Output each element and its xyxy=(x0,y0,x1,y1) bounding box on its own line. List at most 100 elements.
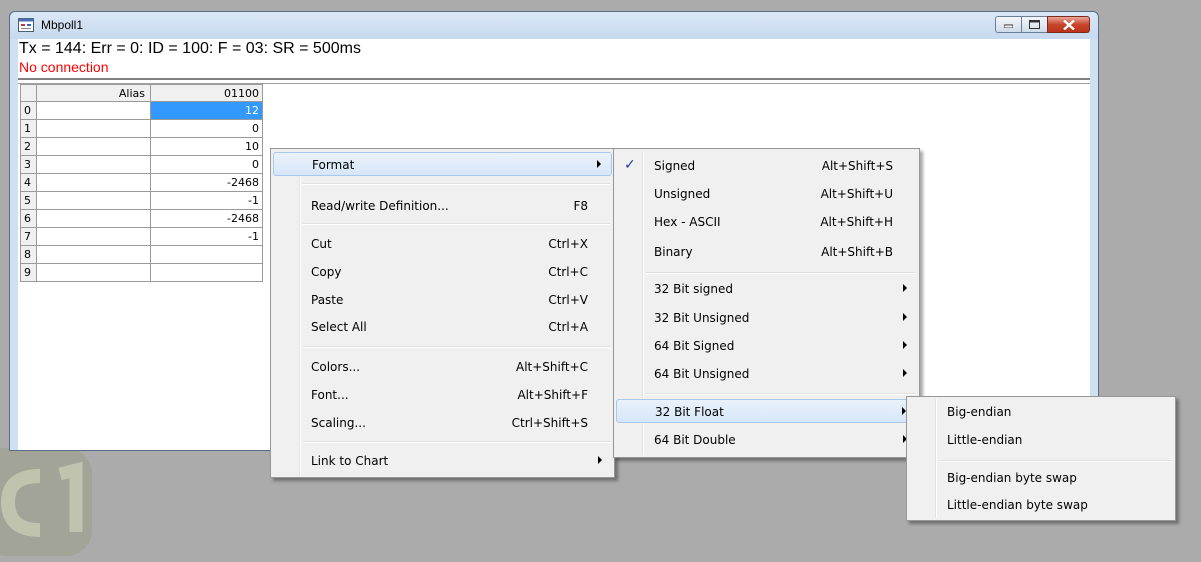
menu-separator xyxy=(939,460,1171,462)
menu-item-label: Little-endian xyxy=(947,433,1023,447)
value-cell[interactable]: -1 xyxy=(151,192,263,210)
menu-item-big-endian-byte-swap[interactable]: Big-endian byte swap xyxy=(909,466,1173,490)
alias-cell[interactable] xyxy=(37,120,151,138)
maximize-button[interactable] xyxy=(1021,16,1048,33)
value-cell-selected[interactable]: 12 xyxy=(151,102,263,120)
context-menu: Format Read/write Definition... F8 Cut C… xyxy=(270,148,615,478)
connection-status: No connection xyxy=(19,59,109,75)
alias-cell[interactable] xyxy=(37,210,151,228)
value-cell[interactable]: 10 xyxy=(151,138,263,156)
row-index: 8 xyxy=(20,246,37,264)
value-cell[interactable]: 0 xyxy=(151,156,263,174)
value-cell[interactable]: -2468 xyxy=(151,174,263,192)
row-index: 6 xyxy=(20,210,37,228)
maximize-icon xyxy=(1029,20,1040,29)
menu-item-label: Little-endian byte swap xyxy=(947,498,1088,512)
menu-item-64bit-signed[interactable]: 64 Bit Signed xyxy=(616,334,917,358)
menu-item-shortcut: Ctrl+Shift+S xyxy=(511,416,588,430)
value-cell[interactable]: -1 xyxy=(151,228,263,246)
table-row[interactable]: 9 xyxy=(20,264,263,282)
menu-item-label: Colors... xyxy=(311,360,361,374)
table-row[interactable]: 7 -1 xyxy=(20,228,263,246)
table-row[interactable]: 8 xyxy=(20,246,263,264)
menu-item-label: 64 Bit Unsigned xyxy=(654,367,750,381)
menu-item-label: Select All xyxy=(311,320,367,334)
menu-item-select-all[interactable]: Select All Ctrl+A xyxy=(273,315,612,339)
menu-separator xyxy=(303,183,610,185)
register-grid[interactable]: Alias 01100 0 12 1 0 2 10 3 0 4 -2468 5 … xyxy=(20,84,263,282)
minimize-button[interactable] xyxy=(995,16,1022,33)
menu-item-copy[interactable]: Copy Ctrl+C xyxy=(273,260,612,284)
table-row[interactable]: 5 -1 xyxy=(20,192,263,210)
menu-item-format[interactable]: Format xyxy=(273,152,612,176)
alias-cell[interactable] xyxy=(37,264,151,282)
menu-item-font[interactable]: Font... Alt+Shift+F xyxy=(273,383,612,407)
menu-item-unsigned[interactable]: Unsigned Alt+Shift+U xyxy=(616,182,917,206)
menu-item-label: 32 Bit Float xyxy=(655,405,724,419)
menu-item-shortcut: Alt+Shift+F xyxy=(517,388,588,402)
menu-item-label: 32 Bit Unsigned xyxy=(654,311,750,325)
alias-cell[interactable] xyxy=(37,156,151,174)
title-bar[interactable]: Mbpoll1 xyxy=(10,12,1098,39)
alias-column-header[interactable]: Alias xyxy=(37,84,151,102)
menu-item-32bit-signed[interactable]: 32 Bit signed xyxy=(616,277,917,301)
value-cell[interactable]: 0 xyxy=(151,120,263,138)
table-row[interactable]: 2 10 xyxy=(20,138,263,156)
value-cell[interactable]: -2468 xyxy=(151,210,263,228)
menu-item-64bit-unsigned[interactable]: 64 Bit Unsigned xyxy=(616,362,917,386)
alias-cell[interactable] xyxy=(37,174,151,192)
alias-cell[interactable] xyxy=(37,228,151,246)
row-index-header xyxy=(20,84,37,102)
menu-item-shortcut: Alt+Shift+S xyxy=(821,159,893,173)
menu-item-binary[interactable]: Binary Alt+Shift+B xyxy=(616,240,917,264)
alias-cell[interactable] xyxy=(37,192,151,210)
menu-item-shortcut: Ctrl+A xyxy=(548,320,588,334)
menu-item-link-to-chart[interactable]: Link to Chart xyxy=(273,449,612,473)
menu-item-label: Format xyxy=(312,158,355,172)
poll-status-line: Tx = 144: Err = 0: ID = 100: F = 03: SR … xyxy=(19,40,361,57)
menu-item-paste[interactable]: Paste Ctrl+V xyxy=(273,288,612,312)
format-submenu: ✓ Signed Alt+Shift+S Unsigned Alt+Shift+… xyxy=(613,148,920,458)
menu-item-shortcut: Alt+Shift+B xyxy=(821,245,893,259)
row-index: 3 xyxy=(20,156,37,174)
menu-item-label: Read/write Definition... xyxy=(311,199,449,213)
submenu-arrow-icon xyxy=(903,369,907,377)
menu-item-label: Signed xyxy=(654,159,696,173)
menu-item-read-write-definition[interactable]: Read/write Definition... F8 xyxy=(273,194,612,218)
menu-item-64bit-double[interactable]: 64 Bit Double xyxy=(616,428,917,452)
menu-item-label: Link to Chart xyxy=(311,454,389,468)
menu-item-hex-ascii[interactable]: Hex - ASCII Alt+Shift+H xyxy=(616,210,917,234)
menu-item-32bit-float[interactable]: 32 Bit Float xyxy=(616,399,917,423)
menu-separator xyxy=(303,441,610,443)
alias-cell[interactable] xyxy=(37,138,151,156)
menu-item-scaling[interactable]: Scaling... Ctrl+Shift+S xyxy=(273,411,612,435)
menu-item-32bit-unsigned[interactable]: 32 Bit Unsigned xyxy=(616,306,917,330)
table-row[interactable]: 6 -2468 xyxy=(20,210,263,228)
menu-item-little-endian[interactable]: Little-endian xyxy=(909,428,1173,452)
alias-cell[interactable] xyxy=(37,102,151,120)
table-row[interactable]: 0 12 xyxy=(20,102,263,120)
close-button[interactable] xyxy=(1047,16,1090,33)
value-cell[interactable] xyxy=(151,246,263,264)
menu-item-signed[interactable]: ✓ Signed Alt+Shift+S xyxy=(616,154,917,178)
menu-item-label: Hex - ASCII xyxy=(654,215,721,229)
alias-cell[interactable] xyxy=(37,246,151,264)
app-icon[interactable] xyxy=(18,18,34,32)
table-row[interactable]: 3 0 xyxy=(20,156,263,174)
menu-item-cut[interactable]: Cut Ctrl+X xyxy=(273,232,612,256)
menu-separator xyxy=(303,346,610,348)
float-submenu: Big-endian Little-endian Big-endian byte… xyxy=(906,396,1176,521)
table-row[interactable]: 4 -2468 xyxy=(20,174,263,192)
address-column-header[interactable]: 01100 xyxy=(151,84,263,102)
submenu-arrow-icon xyxy=(903,341,907,349)
menu-item-label: Copy xyxy=(311,265,342,279)
submenu-arrow-icon xyxy=(598,456,602,464)
value-cell[interactable] xyxy=(151,264,263,282)
table-row[interactable]: 1 0 xyxy=(20,120,263,138)
window-controls xyxy=(995,16,1090,34)
row-index: 9 xyxy=(20,264,37,282)
row-index: 7 xyxy=(20,228,37,246)
menu-item-colors[interactable]: Colors... Alt+Shift+C xyxy=(273,355,612,379)
menu-item-little-endian-byte-swap[interactable]: Little-endian byte swap xyxy=(909,493,1173,517)
menu-item-big-endian[interactable]: Big-endian xyxy=(909,400,1173,424)
